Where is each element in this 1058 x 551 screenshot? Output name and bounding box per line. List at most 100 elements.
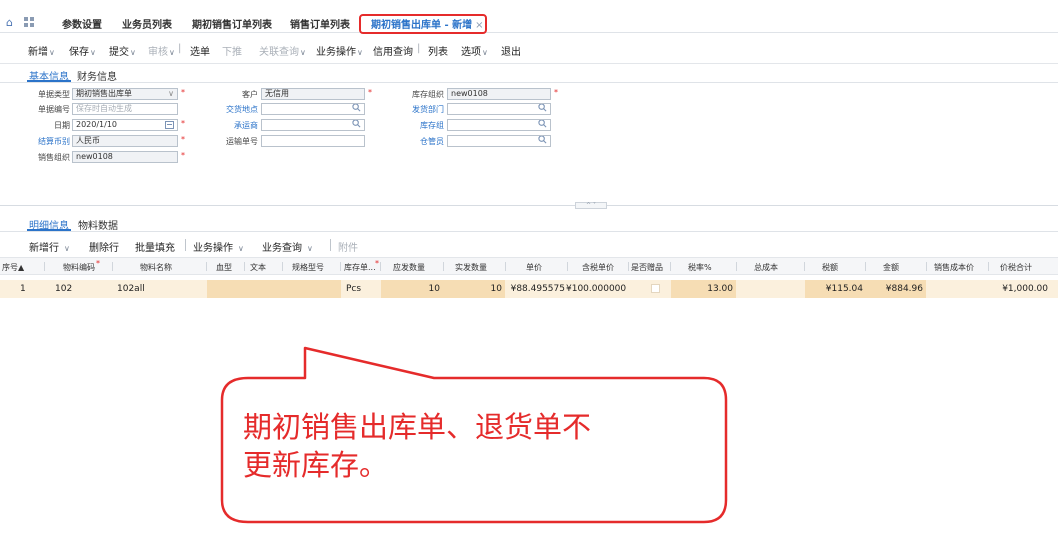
new-button[interactable]: 新增∨ xyxy=(28,43,55,58)
options-button[interactable]: 选项∨ xyxy=(461,43,488,58)
currency-input[interactable]: 人民币 xyxy=(72,135,178,147)
customer-input[interactable]: 无信用 xyxy=(261,88,365,100)
column-header[interactable]: 总成本 xyxy=(754,262,778,273)
stock-group-label[interactable]: 库存组 xyxy=(398,120,444,131)
business-operation-button[interactable]: 业务操作∨ xyxy=(316,43,363,58)
home-icon[interactable]: ⌂ xyxy=(6,17,17,28)
delivery-place-label[interactable]: 交货地点 xyxy=(212,104,258,115)
credit-query-button[interactable]: 信用查询 xyxy=(373,43,413,58)
collapse-handle[interactable]: ^ ˅ xyxy=(575,202,607,209)
column-header[interactable]: 金额 xyxy=(883,262,899,273)
chevron-down-icon: ∨ xyxy=(238,244,244,253)
save-button[interactable]: 保存∨ xyxy=(69,43,96,58)
chevron-down-icon: ∨ xyxy=(49,48,55,57)
related-label: 关联查询 xyxy=(259,47,299,58)
tab-salesman-list[interactable]: 业务员列表 xyxy=(122,16,172,31)
tab-finance-info[interactable]: 财务信息 xyxy=(77,68,117,83)
submit-button[interactable]: 提交∨ xyxy=(109,43,136,58)
tab-highlight-box xyxy=(359,14,487,34)
column-header[interactable]: 规格型号 xyxy=(292,262,324,273)
select-doc-button[interactable]: 选单 xyxy=(190,43,210,58)
column-header[interactable]: 税额 xyxy=(822,262,838,273)
audit-button[interactable]: 审核∨ xyxy=(148,43,175,58)
ship-dept-input[interactable] xyxy=(447,103,551,115)
stock-org-input[interactable]: new0108 xyxy=(447,88,551,100)
stock-group-input[interactable] xyxy=(447,119,551,131)
column-divider xyxy=(988,262,989,271)
column-divider xyxy=(244,262,245,271)
stock-org-label: 库存组织 xyxy=(412,90,444,99)
detail-business-operation-button[interactable]: 业务操作 ∨ xyxy=(193,239,244,254)
doc-no-input[interactable]: 保存时自动生成 xyxy=(72,103,178,115)
tab-sales-order-list[interactable]: 销售订单列表 xyxy=(290,16,350,31)
tab-material-data[interactable]: 物料数据 xyxy=(78,217,118,232)
date-input[interactable]: 2020/1/10 xyxy=(72,119,178,131)
search-icon[interactable] xyxy=(538,135,547,144)
list-button[interactable]: 列表 xyxy=(428,43,448,58)
row-material-code[interactable]: 102 xyxy=(55,284,72,294)
carrier-label[interactable]: 承运商 xyxy=(212,120,258,131)
column-header[interactable]: 实发数量 xyxy=(455,262,487,273)
keeper-label[interactable]: 仓管员 xyxy=(398,136,444,147)
keeper-input[interactable] xyxy=(447,135,551,147)
row-tax[interactable]: ¥115.04 xyxy=(808,284,863,294)
app-menu-icon[interactable] xyxy=(24,17,34,27)
ship-dept-label[interactable]: 发货部门 xyxy=(398,104,444,115)
related-query-button[interactable]: 关联查询∨ xyxy=(259,43,306,58)
batch-fill-button[interactable]: 批量填充 xyxy=(135,239,175,254)
panel-splitter[interactable] xyxy=(0,205,1058,206)
column-header[interactable]: 库存单... xyxy=(344,262,376,273)
column-divider xyxy=(670,262,671,271)
sales-org-input[interactable]: new0108 xyxy=(72,151,178,163)
column-header[interactable]: 文本 xyxy=(250,262,266,273)
attachment-button[interactable]: 附件 xyxy=(338,239,358,254)
calendar-icon[interactable] xyxy=(165,121,174,129)
row-material-name[interactable]: 102all xyxy=(117,284,145,294)
search-icon[interactable] xyxy=(538,119,547,128)
tab-param-settings[interactable]: 参数设置 xyxy=(62,16,102,31)
row-tax-price[interactable]: ¥100.000000 xyxy=(566,284,626,294)
doc-type-label: 单据类型 xyxy=(38,90,70,99)
search-icon[interactable] xyxy=(538,103,547,112)
search-icon[interactable] xyxy=(352,119,361,128)
column-header[interactable]: 单价 xyxy=(526,262,542,273)
column-header[interactable]: 血型 xyxy=(216,262,232,273)
currency-label[interactable]: 结算币别 xyxy=(24,136,70,147)
column-header[interactable]: 物料名称 xyxy=(140,262,172,273)
chevron-down-icon: ∨ xyxy=(307,244,313,253)
column-header[interactable]: 销售成本价 xyxy=(934,262,974,273)
chevron-down-icon: ∨ xyxy=(90,48,96,57)
detail-business-query-button[interactable]: 业务查询 ∨ xyxy=(262,239,313,254)
new-label: 新增 xyxy=(28,47,48,58)
search-icon[interactable] xyxy=(352,103,361,112)
column-header[interactable]: 含税单价 xyxy=(582,262,614,273)
carrier-input[interactable] xyxy=(261,119,365,131)
table-row[interactable]: 1 102 102all Pcs 10 10 ¥88.495575 ¥100.0… xyxy=(0,280,1058,298)
row-total[interactable]: ¥1,000.00 xyxy=(990,284,1048,294)
row-tax-rate[interactable]: 13.00 xyxy=(690,284,733,294)
gift-checkbox[interactable] xyxy=(651,284,660,293)
push-down-button[interactable]: 下推 xyxy=(222,43,242,58)
callout-line-1: 期初销售出库单、退货单不 xyxy=(243,410,592,444)
row-price[interactable]: ¥88.495575 xyxy=(505,284,565,294)
column-header[interactable]: 价税合计 xyxy=(1000,262,1032,273)
add-row-button[interactable]: 新增行 ∨ xyxy=(29,239,70,254)
row-qty-due[interactable]: 10 xyxy=(400,284,440,294)
subtab-divider xyxy=(0,231,1058,232)
tab-initial-sales-order-list[interactable]: 期初销售订单列表 xyxy=(192,16,272,31)
waybill-input[interactable] xyxy=(261,135,365,147)
exit-button[interactable]: 退出 xyxy=(501,43,521,58)
column-header[interactable]: 应发数量 xyxy=(393,262,425,273)
column-header[interactable]: 是否赠品 xyxy=(631,262,663,273)
row-qty-actual[interactable]: 10 xyxy=(460,284,502,294)
delete-row-button[interactable]: 删除行 xyxy=(89,239,119,254)
row-unit[interactable]: Pcs xyxy=(346,284,361,294)
column-header[interactable]: 物料编码 xyxy=(63,262,95,273)
doc-type-select[interactable]: 期初销售出库单 ∨ xyxy=(72,88,178,100)
add-row-label: 新增行 xyxy=(29,243,59,254)
column-header[interactable]: 税率% xyxy=(688,262,712,273)
delivery-place-input[interactable] xyxy=(261,103,365,115)
chevron-down-icon: ∨ xyxy=(482,48,488,57)
column-header[interactable]: 序号▲ xyxy=(2,262,24,273)
row-amount[interactable]: ¥884.96 xyxy=(866,284,923,294)
